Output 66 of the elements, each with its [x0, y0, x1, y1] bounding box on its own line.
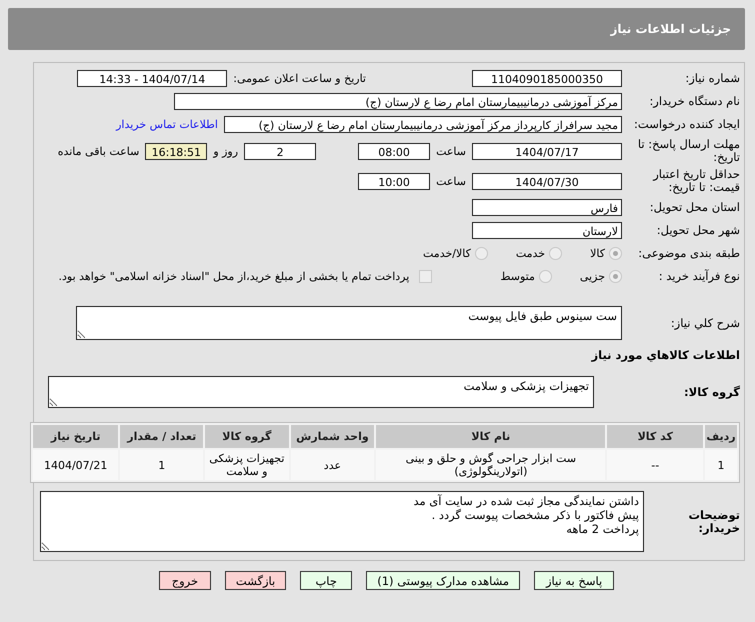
action-button[interactable]: پاسخ به نیاز	[534, 571, 614, 590]
text-field[interactable]: 1104090185000350	[472, 70, 622, 87]
table-cell: تجهیزات پزشکی و سلامت	[205, 450, 289, 480]
text-area[interactable]: داشتن نمایندگی مجاز ثبت شده در سایت آی مد پیش فاکتور با ذکر مشخصات پیوست گردد . پرداخت 2 ماهه	[40, 491, 644, 552]
table-cell: عدد	[290, 450, 374, 480]
action-button[interactable]: خروج	[158, 571, 211, 590]
radio-button[interactable]	[609, 247, 622, 260]
field-label: شماره نیاز:	[684, 72, 740, 85]
action-button[interactable]: بازگشت	[224, 571, 286, 590]
column-header: واحد شمارش	[290, 425, 374, 448]
field-label: حداقل تاریخ اعتبار قیمت: تا تاریخ:	[652, 168, 740, 194]
field-label: شهر محل تحویل:	[656, 224, 740, 237]
text-field[interactable]: لارستان	[472, 222, 622, 239]
column-header: نام کالا	[376, 425, 606, 448]
option-label: متوسط	[500, 270, 535, 283]
field-label: نوع فرآیند خرید :	[658, 270, 740, 283]
option-label: کالا	[590, 247, 605, 260]
field-label: روز و	[213, 144, 238, 158]
radio-button[interactable]	[549, 247, 562, 260]
table-cell: 1	[705, 450, 737, 480]
text-field[interactable]: 10:00	[358, 172, 430, 190]
text-field[interactable]: 2	[244, 142, 316, 160]
field-label: گروه کالا:	[683, 386, 740, 398]
option-label: خدمت	[516, 247, 546, 260]
column-header: تاریخ نیاز	[33, 425, 118, 448]
checkbox-label: پرداخت تمام یا بخشی از مبلغ خرید،از محل "اسناد خزانه اسلامی" خواهد بود.	[58, 270, 410, 283]
column-header: تعداد / مقدار	[120, 425, 204, 448]
text-field[interactable]: 08:00	[358, 142, 430, 160]
column-header: گروه کالا	[205, 425, 289, 448]
text-field[interactable]: 1404/07/17	[472, 142, 622, 160]
field-label: مهلت ارسال پاسخ: تا تاریخ:	[636, 138, 740, 164]
text-field[interactable]: 1404/07/14 - 14:33	[77, 70, 228, 87]
radio-button[interactable]	[609, 270, 622, 283]
field-label: نام دستگاه خریدار:	[648, 95, 740, 108]
text-field[interactable]: مرکز آموزشی درمانیبیمارستان امام رضا ع لارستان (ج)	[174, 93, 622, 110]
table-cell: ست ابزار جراحی گوش و حلق و بینی (اتولارینگولوژی)	[376, 450, 606, 480]
field-label: شرح کلي نیاز:	[670, 316, 740, 330]
action-button[interactable]: چاپ	[300, 571, 352, 590]
section-title: اطلاعات کالاهاي مورد نیاز	[590, 348, 740, 362]
text-field[interactable]: فارس	[472, 199, 622, 216]
table-cell: --	[607, 450, 704, 480]
contact-link[interactable]: اطلاعات تماس خریدار	[116, 118, 218, 131]
field-label: طبقه بندی موضوعی:	[637, 247, 740, 260]
field-label: ایجاد کننده درخواست:	[633, 118, 740, 131]
field-label: ساعت باقی مانده	[58, 144, 140, 158]
checkbox[interactable]	[419, 270, 432, 283]
text-field[interactable]: مجید سرافراز کارپرداز مرکز آموزشی درمانیبیمارستان امام رضا ع لارستان (ج)	[224, 116, 622, 133]
text-area[interactable]: ست سینوس طبق فایل پیوست	[76, 306, 622, 340]
field-label: ساعت	[436, 174, 466, 188]
field-label: تاریخ و ساعت اعلان عمومی:	[233, 72, 366, 85]
table-cell: 1	[120, 450, 204, 480]
option-label: جزیی	[580, 270, 605, 283]
field-label: ساعت	[436, 144, 466, 158]
countdown-field[interactable]: 16:18:51	[145, 142, 208, 160]
radio-button[interactable]	[538, 270, 552, 283]
column-header: کد کالا	[607, 425, 704, 448]
table-cell: 1404/07/21	[33, 450, 118, 480]
option-label: کالا/خدمت	[423, 247, 471, 260]
field-label: استان محل تحویل:	[648, 201, 740, 214]
radio-button[interactable]	[474, 247, 488, 260]
text-field[interactable]: 1404/07/30	[472, 172, 622, 190]
page-title: جزئیات اطلاعات نیاز	[610, 22, 731, 36]
text-area[interactable]: تجهیزات پزشکی و سلامت	[48, 376, 594, 408]
field-label: توضیحات خریدار:	[688, 508, 740, 534]
column-header: ردیف	[705, 425, 737, 448]
action-button[interactable]: مشاهده مدارک پیوستی (1)	[366, 571, 520, 590]
